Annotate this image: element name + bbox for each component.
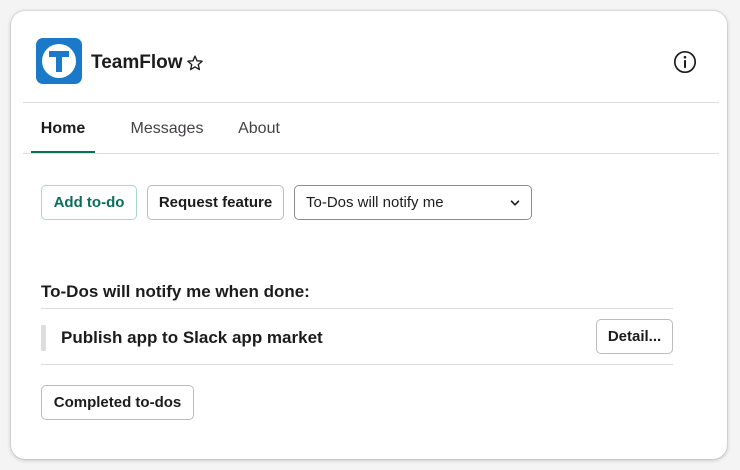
todo-detail-button[interactable]: Detail... bbox=[596, 319, 673, 354]
tabs-divider bbox=[23, 153, 719, 154]
todo-item-marker bbox=[41, 325, 46, 351]
app-title: TeamFlow bbox=[91, 52, 183, 73]
list-divider-top bbox=[41, 308, 673, 309]
chevron-down-icon bbox=[510, 200, 520, 206]
section-heading: To-Dos will notify me when done: bbox=[41, 282, 310, 301]
app-home-card: TeamFlow Home Messages About Add to-do R… bbox=[11, 11, 727, 459]
tab-home[interactable]: Home bbox=[31, 103, 95, 154]
todo-item-text: Publish app to Slack app market bbox=[61, 328, 323, 347]
notify-select-value: To-Dos will notify me bbox=[306, 194, 444, 211]
add-todo-button[interactable]: Add to-do bbox=[41, 185, 137, 220]
app-logo-icon bbox=[36, 38, 82, 84]
tab-messages[interactable]: Messages bbox=[122, 103, 212, 154]
request-feature-button[interactable]: Request feature bbox=[147, 185, 284, 220]
info-icon[interactable] bbox=[673, 50, 697, 74]
app-header: TeamFlow bbox=[11, 11, 727, 102]
star-icon[interactable] bbox=[186, 54, 204, 72]
tab-bar: Home Messages About bbox=[23, 103, 719, 154]
list-divider-bottom bbox=[41, 364, 673, 365]
tab-about[interactable]: About bbox=[229, 103, 289, 154]
completed-todos-button[interactable]: Completed to-dos bbox=[41, 385, 194, 420]
notify-select[interactable]: To-Dos will notify me bbox=[294, 185, 532, 220]
